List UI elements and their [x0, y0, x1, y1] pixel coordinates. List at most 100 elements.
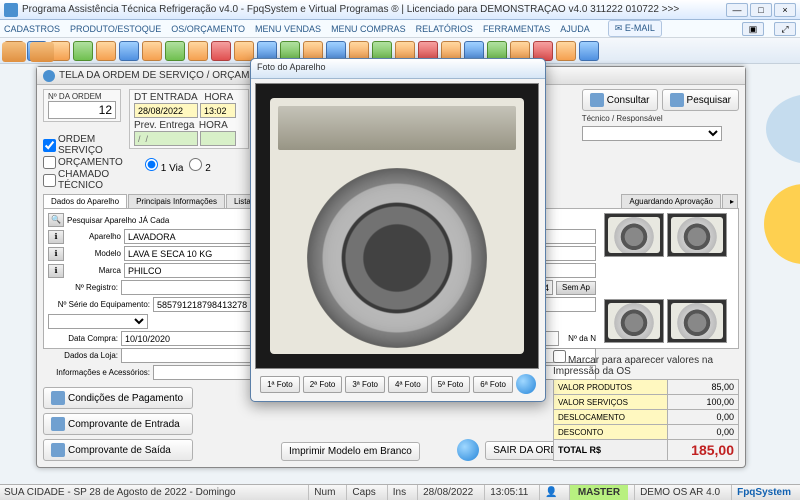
tool-icon-25[interactable] — [556, 41, 576, 61]
exit-icon[interactable] — [457, 439, 479, 461]
clientes-icon[interactable] — [2, 42, 26, 62]
status-user-icon: 👤 — [539, 485, 562, 500]
tab-info[interactable]: Principais Informações — [128, 194, 225, 208]
status-time: 13:05:11 — [484, 485, 533, 500]
thumb-3[interactable] — [604, 299, 664, 343]
extra-select[interactable] — [48, 314, 148, 329]
tool-icon-26[interactable] — [579, 41, 599, 61]
menubar-aux2-button[interactable]: ⤢ — [774, 22, 796, 36]
money-icon — [51, 391, 65, 405]
menu-compras[interactable]: MENU COMPRAS — [331, 24, 406, 34]
order-window-icon — [43, 70, 55, 82]
menu-vendas[interactable]: MENU VENDAS — [255, 24, 321, 34]
fornecedores-icon[interactable] — [30, 42, 54, 62]
status-num: Num — [308, 485, 340, 500]
menu-ferramentas[interactable]: FERRAMENTAS — [483, 24, 550, 34]
deslocamento-label: DESLOCAMENTO — [554, 410, 668, 425]
mostrar-valores-check[interactable] — [553, 350, 566, 363]
photo-modal: Foto do Aparelho 1ª Foto 2ª Foto 3ª Foto… — [250, 58, 546, 402]
consultar-button[interactable]: Consultar — [582, 89, 658, 111]
status-ins: Ins — [387, 485, 411, 500]
email-button[interactable]: ✉ E-MAIL — [608, 20, 662, 37]
valor-produtos-label: VALOR PRODUTOS — [554, 380, 668, 395]
orcamento-check[interactable] — [43, 156, 56, 169]
pesquisar-aparelho-button[interactable]: 🔍 — [48, 213, 64, 227]
prev-entrega-input[interactable] — [134, 131, 198, 146]
dt-entrada-input[interactable] — [134, 103, 198, 118]
hora-input[interactable] — [200, 103, 236, 118]
tool-icon-8[interactable] — [165, 41, 185, 61]
photo-modal-title: Foto do Aparelho — [251, 59, 545, 79]
via1-radio[interactable]: 1 Via — [145, 158, 183, 174]
valor-servicos-value: 100,00 — [667, 395, 738, 410]
close-button[interactable]: × — [774, 3, 796, 17]
thumb-1[interactable] — [604, 213, 664, 257]
tool-icon-7[interactable] — [142, 41, 162, 61]
tool-icon-6[interactable] — [119, 41, 139, 61]
imprimir-branco-button[interactable]: Imprimir Modelo em Branco — [281, 442, 420, 461]
print-icon — [51, 443, 65, 457]
foto5-button[interactable]: 5ª Foto — [431, 376, 471, 393]
foto6-button[interactable]: 6ª Foto — [473, 376, 513, 393]
aparelho-btn[interactable]: ℹ — [48, 230, 64, 244]
tab-dados[interactable]: Dados do Aparelho — [43, 194, 127, 208]
photo-next-icon[interactable] — [516, 374, 536, 394]
menu-relatorios[interactable]: RELATÓRIOS — [416, 24, 473, 34]
thumb-2[interactable] — [667, 213, 727, 257]
total-label: TOTAL R$ — [554, 440, 668, 461]
status-caps: Caps — [346, 485, 380, 500]
tool-icon-4[interactable] — [73, 41, 93, 61]
tecnico-select[interactable] — [582, 126, 722, 141]
app-titlebar: Programa Assistência Técnica Refrigeraçã… — [0, 0, 800, 20]
prev-hora-input[interactable] — [200, 131, 236, 146]
app-title: Programa Assistência Técnica Refrigeraçã… — [22, 4, 726, 15]
foto1-button[interactable]: 1ª Foto — [260, 376, 300, 393]
ordem-servico-check[interactable] — [43, 139, 56, 152]
tab-scroll-right[interactable]: ▸ — [722, 194, 738, 208]
desconto-value: 0,00 — [667, 425, 738, 440]
sem-aparelho-button[interactable]: Sem Ap — [556, 281, 596, 295]
pesquisar-icon — [670, 93, 684, 107]
minimize-button[interactable]: — — [726, 3, 748, 17]
ordem-input[interactable] — [48, 101, 116, 119]
comprovante-entrada-button[interactable]: Comprovante de Entrada — [43, 413, 193, 435]
modelo-btn[interactable]: ℹ — [48, 247, 64, 261]
tool-icon-10[interactable] — [211, 41, 231, 61]
status-brand: FpqSystem — [731, 485, 796, 500]
status-date: 28/08/2022 — [417, 485, 478, 500]
foto2-button[interactable]: 2ª Foto — [303, 376, 343, 393]
ordem-label: Nº DA ORDEM — [48, 92, 116, 101]
thumb-4[interactable] — [667, 299, 727, 343]
menubar-aux1-button[interactable]: ▣ — [742, 22, 764, 36]
menu-os[interactable]: OS/ORÇAMENTO — [171, 24, 245, 34]
photo-image — [255, 83, 539, 369]
consultar-icon — [590, 93, 604, 107]
print-icon — [51, 417, 65, 431]
menu-cadastros[interactable]: CADASTROS — [4, 24, 60, 34]
tool-icon-5[interactable] — [96, 41, 116, 61]
menu-ajuda[interactable]: AJUDA — [560, 24, 590, 34]
comprovante-saida-button[interactable]: Comprovante de Saída — [43, 439, 193, 461]
tool-icon-9[interactable] — [188, 41, 208, 61]
foto4-button[interactable]: 4ª Foto — [388, 376, 428, 393]
tab-aguardando[interactable]: Aguardando Aprovação — [621, 194, 721, 208]
washer-graphic — [270, 98, 524, 354]
pesquisar-button[interactable]: Pesquisar — [662, 89, 739, 111]
deslocamento-value: 0,00 — [667, 410, 738, 425]
menubar: CADASTROS PRODUTO/ESTOQUE OS/ORÇAMENTO M… — [0, 20, 800, 38]
status-city: SUA CIDADE - SP 28 de Agosto de 2022 - D… — [4, 487, 236, 498]
bg-shape-2 — [764, 184, 800, 264]
app-icon — [4, 3, 18, 17]
totals-panel: Marcar para aparecer valores na Impressã… — [553, 350, 739, 461]
menu-produto[interactable]: PRODUTO/ESTOQUE — [70, 24, 161, 34]
tool-icon-11[interactable] — [234, 41, 254, 61]
total-value: 185,00 — [667, 440, 738, 461]
foto3-button[interactable]: 3ª Foto — [345, 376, 385, 393]
marca-btn[interactable]: ℹ — [48, 264, 64, 278]
desconto-label: DESCONTO — [554, 425, 668, 440]
condicoes-pagamento-button[interactable]: Condições de Pagamento — [43, 387, 193, 409]
chamado-check[interactable] — [43, 174, 56, 187]
statusbar: SUA CIDADE - SP 28 de Agosto de 2022 - D… — [0, 484, 800, 500]
via2-radio[interactable]: 2 — [189, 158, 210, 174]
maximize-button[interactable]: □ — [750, 3, 772, 17]
